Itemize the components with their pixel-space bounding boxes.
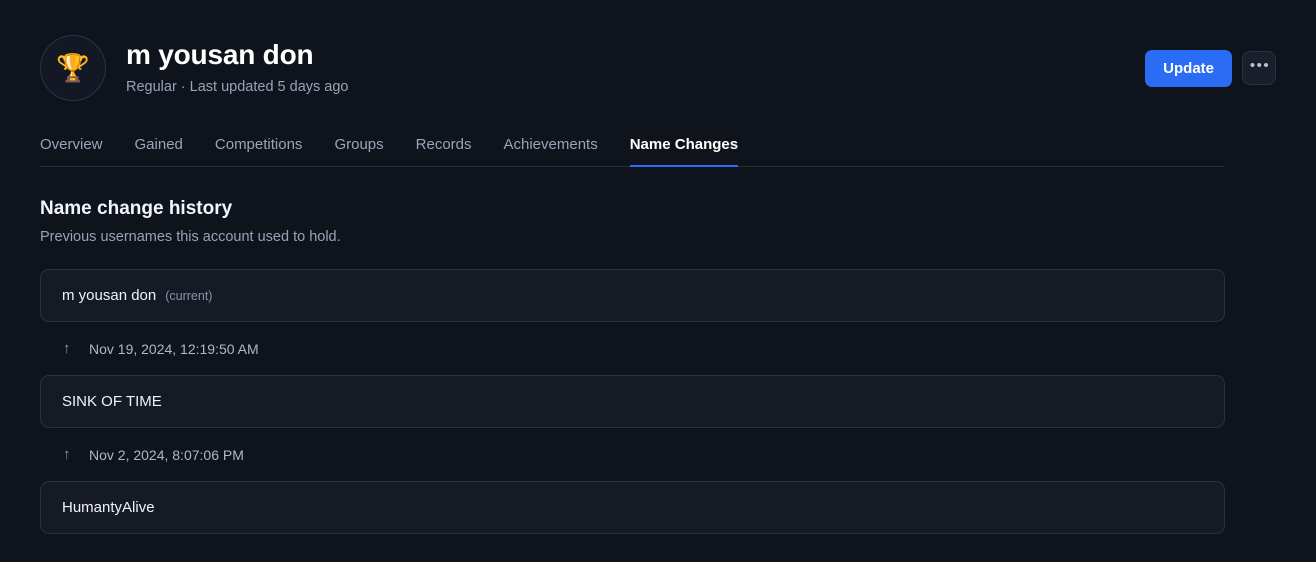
tab-competitions[interactable]: Competitions [215,136,303,166]
name-value: m yousan don [62,287,157,305]
transition-date: Nov 2, 2024, 8:07:06 PM [89,446,244,463]
tab-gained[interactable]: Gained [135,136,183,166]
arrow-up-icon: ↑ [63,340,71,358]
transition-date: Nov 19, 2024, 12:19:50 AM [89,340,259,357]
profile-header: 🏆 m yousan don Regular · Last updated 5 … [40,0,1276,110]
current-badge: (current) [165,288,213,303]
profile-subtitle: Regular · Last updated 5 days ago [126,79,349,96]
header-actions: Update ••• [1145,49,1276,87]
tab-achievements[interactable]: Achievements [504,136,598,166]
identity-block: m yousan don Regular · Last updated 5 da… [126,39,348,97]
arrow-up-icon: ↑ [63,446,71,464]
transition-row: ↑ Nov 19, 2024, 12:19:50 AM [40,322,1225,375]
section-title: Name change history [40,198,233,219]
tab-records[interactable]: Records [416,136,472,166]
list-item[interactable]: m yousan don (current) [40,269,1225,323]
more-options-button[interactable]: ••• [1242,51,1276,85]
section-subtitle: Previous usernames this account used to … [40,228,341,245]
name-value: HumantyAlive [62,499,155,517]
update-button[interactable]: Update [1145,49,1232,87]
name-change-list: m yousan don (current) ↑ Nov 19, 2024, 1… [40,269,1225,535]
name-value: SINK OF TIME [62,393,162,411]
tab-name-changes[interactable]: Name Changes [629,136,739,167]
tab-groups[interactable]: Groups [334,136,383,166]
avatar: 🏆 [40,35,106,101]
list-item[interactable]: HumantyAlive [40,481,1225,535]
section-header: Name change history Previous usernames t… [40,198,1276,246]
list-item[interactable]: SINK OF TIME [40,375,1225,429]
transition-row: ↑ Nov 2, 2024, 8:07:06 PM [40,428,1225,481]
profile-page: 🏆 m yousan don Regular · Last updated 5 … [0,0,1316,562]
page-title: m yousan don [126,39,314,71]
tab-overview[interactable]: Overview [40,136,103,166]
trophy-icon: 🏆 [56,52,90,83]
profile-tabs: Overview Gained Competitions Groups Reco… [40,128,1225,167]
